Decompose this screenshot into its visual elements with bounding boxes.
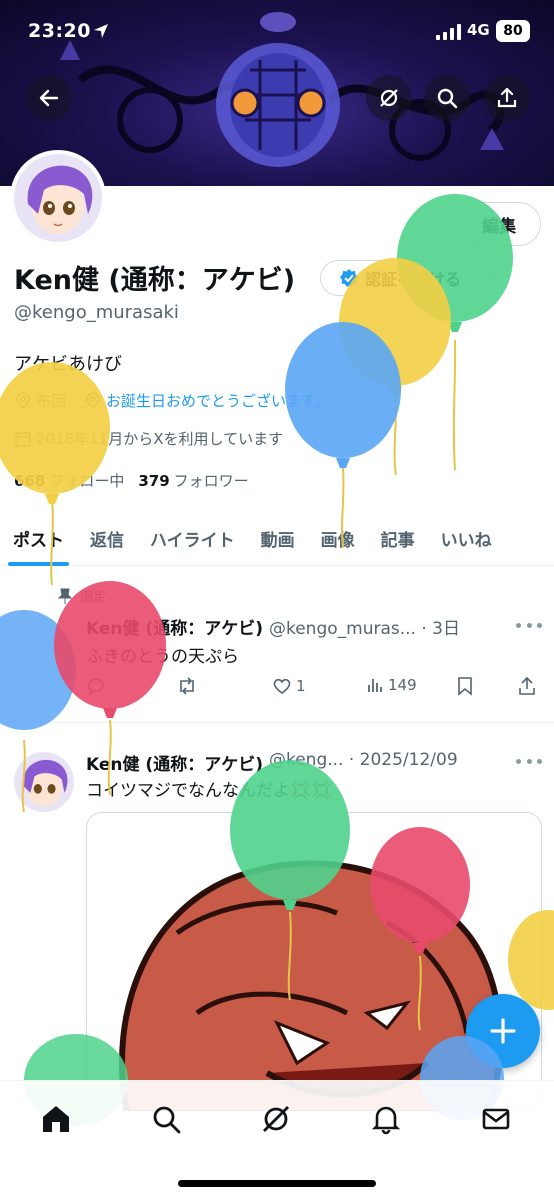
post-actions: 1 149 (86, 676, 546, 702)
tab-videos[interactable]: 動画 (248, 510, 308, 566)
post-header: Ken健 (通称：アケビ) @keng... · 2025/12/09 (86, 750, 458, 775)
tab-likes[interactable]: いいね (428, 510, 505, 566)
following-label: フォロー中 (49, 472, 125, 490)
post-header: Ken健 (通称：アケビ) @kengo_muras... · 3日 (86, 614, 460, 639)
followers-count: 379 (138, 472, 170, 490)
tab-highlights[interactable]: ハイライト (137, 510, 248, 566)
location-arrow-icon (94, 24, 108, 38)
bell-icon (371, 1106, 401, 1135)
following-count: 668 (14, 472, 46, 490)
following-link[interactable]: 668 フォロー中 (14, 470, 124, 491)
bookmark-icon (458, 677, 472, 696)
joined-row: 2018年11月からXを利用しています (14, 428, 283, 449)
like-count: 1 (296, 677, 306, 695)
grok-icon (263, 1106, 289, 1132)
share-icon (519, 676, 535, 695)
post-author-name[interactable]: Ken健 (通称：アケビ) (86, 750, 263, 775)
post-author-name[interactable]: Ken健 (通称：アケビ) (86, 614, 263, 639)
views-button[interactable]: 149 (366, 676, 417, 694)
profile-bio: アケビあけび (14, 354, 122, 375)
signal-icon (436, 24, 461, 40)
tab-posts[interactable]: ポスト (0, 510, 77, 566)
grok-icon (380, 89, 398, 107)
battery-indicator: 80 (496, 20, 530, 42)
tab-articles[interactable]: 記事 (368, 510, 428, 566)
calendar-icon (15, 430, 31, 447)
search-icon (153, 1106, 181, 1134)
dot-icon (537, 758, 542, 764)
like-button[interactable]: 1 (272, 676, 306, 696)
compose-button[interactable] (466, 994, 540, 1068)
post-text: ふきのとうの天ぷら (86, 647, 239, 667)
network-type: 4G (467, 21, 490, 39)
dot-icon (516, 622, 521, 628)
share-icon (497, 87, 517, 108)
follow-stats: 668 フォロー中 379 フォロワー (14, 470, 249, 491)
nav-grok[interactable] (256, 1099, 296, 1139)
back-button[interactable] (26, 75, 72, 121)
mail-icon (482, 1108, 510, 1130)
share-post-button[interactable] (518, 676, 536, 696)
location-text: 布団 (36, 392, 67, 410)
avatar (14, 154, 102, 242)
nav-messages[interactable] (476, 1099, 516, 1139)
status-bar: 23:20 4G 80 (0, 18, 554, 48)
reply-button[interactable] (86, 676, 110, 696)
nav-home[interactable] (36, 1099, 76, 1139)
arrow-left-icon (39, 89, 59, 107)
heart-icon (273, 678, 291, 694)
followers-label: フォロワー (173, 472, 249, 490)
plus-icon (490, 1018, 516, 1044)
profile-handle: @kengo_murasaki (14, 302, 179, 323)
post-text: コイツマジでなんなんだよ💢💢 (86, 781, 333, 801)
location-pin-icon (16, 391, 30, 409)
edit-profile-button[interactable]: 編集 (457, 202, 541, 246)
share-button[interactable] (484, 75, 530, 121)
tab-images[interactable]: 画像 (308, 510, 368, 566)
followers-link[interactable]: 379 フォロワー (138, 470, 248, 491)
display-name: Ken健 (通称：アケビ) (14, 265, 296, 296)
pin-icon (58, 588, 72, 604)
post-handle-time[interactable]: @kengo_muras... · 3日 (269, 614, 460, 639)
dot-icon (526, 758, 532, 764)
post-image[interactable] (86, 812, 542, 1112)
get-verified-button[interactable]: 認証を受ける (320, 260, 492, 296)
post-divider (0, 722, 554, 723)
profile-tabs: ポスト 返信 ハイライト 動画 画像 記事 いいね (0, 510, 554, 566)
pinned-label: 固定 (80, 590, 107, 605)
dot-icon (516, 758, 521, 764)
birthday-link[interactable]: お誕生日おめでとうございます。 (106, 390, 330, 411)
dot-icon (526, 622, 532, 628)
views-icon (368, 679, 382, 692)
tab-replies[interactable]: 返信 (77, 510, 137, 566)
joined-text: 2018年11月からXを利用しています (36, 430, 284, 448)
home-icon (43, 1106, 69, 1132)
reply-icon (88, 678, 104, 696)
post-avatar[interactable] (14, 752, 74, 812)
status-time: 23:20 (28, 20, 91, 42)
verified-badge-icon (340, 269, 358, 287)
bookmark-button[interactable] (456, 676, 474, 696)
post-more-button[interactable] (516, 620, 542, 630)
profile-avatar[interactable] (10, 150, 106, 246)
nav-notifications[interactable] (366, 1099, 406, 1139)
repost-button[interactable] (176, 676, 202, 696)
dot-icon (537, 622, 542, 628)
nav-search[interactable] (146, 1099, 186, 1139)
views-count: 149 (388, 676, 417, 694)
home-indicator (178, 1180, 376, 1187)
verify-label: 認証を受ける (365, 270, 462, 289)
grok-button[interactable] (366, 75, 412, 121)
profile-meta-row: 布団 お誕生日おめでとうございます。 (14, 390, 330, 411)
repost-icon (180, 677, 194, 695)
post-more-button[interactable] (516, 756, 542, 766)
link-pin-icon (86, 391, 100, 409)
search-icon (437, 88, 458, 109)
post-handle-time[interactable]: @keng... · 2025/12/09 (269, 750, 458, 775)
pinned-indicator: 固定 (58, 586, 106, 605)
search-button[interactable] (424, 75, 470, 121)
